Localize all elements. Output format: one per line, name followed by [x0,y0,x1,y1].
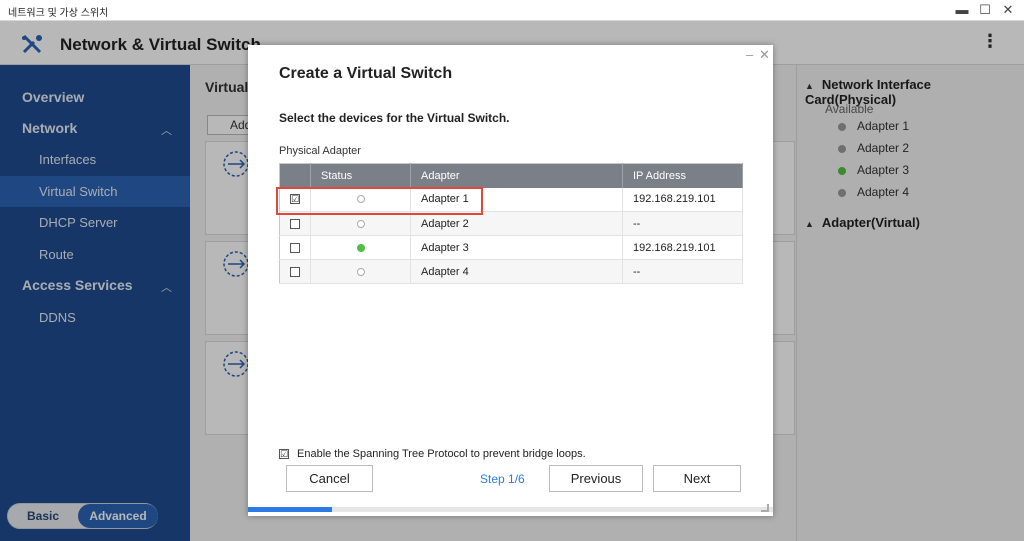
adapter-name: Adapter 1 [410,187,623,212]
wizard-progress-bar [248,507,773,512]
adapter-name: Adapter 3 [410,235,623,260]
ip-address: 192.168.219.101 [622,235,743,260]
table-row[interactable]: Adapter 3 192.168.219.101 [279,235,743,260]
row-checkbox[interactable] [290,218,300,229]
ip-address: -- [622,211,743,236]
physical-adapter-label: Physical Adapter [279,145,361,157]
status-dot-icon [356,195,365,204]
status-dot-icon [356,267,365,276]
resize-handle-icon[interactable] [761,504,769,512]
table-header-row: Status Adapter IP Address [279,163,743,188]
row-checkbox[interactable] [290,242,300,253]
step-indicator: Step 1/6 [480,472,525,486]
row-checkbox[interactable]: ☑ [290,194,300,205]
table-row[interactable]: Adapter 4 -- [279,259,743,284]
window-title: 네트워크 및 가상 스위치 [8,8,109,19]
ip-address: -- [622,259,743,284]
stp-checkbox[interactable]: ☑ [279,449,289,460]
next-button[interactable]: Next [653,465,741,492]
minimize-icon[interactable]: ▬ [953,2,971,18]
column-header-status[interactable]: Status [310,163,411,188]
table-row[interactable]: ☑ Adapter 1 192.168.219.101 [279,187,743,212]
stp-option[interactable]: ☑ Enable the Spanning Tree Protocol to pr… [279,448,586,460]
adapter-name: Adapter 4 [410,259,623,284]
row-checkbox[interactable] [290,266,300,277]
cancel-button[interactable]: Cancel [286,465,373,492]
close-icon[interactable]: ✕ [999,2,1017,18]
column-header-select [279,163,311,188]
wizard-progress-fill [248,507,332,512]
dialog-close-icon[interactable]: ✕ [759,47,770,63]
stp-label: Enable the Spanning Tree Protocol to pre… [297,448,586,460]
column-header-ip[interactable]: IP Address [622,163,743,188]
os-title-bar: 네트워크 및 가상 스위치 ▬ ☐ ✕ [0,0,1024,21]
dialog-subtitle: Select the devices for the Virtual Switc… [279,111,510,125]
adapter-name: Adapter 2 [410,211,623,236]
previous-button[interactable]: Previous [549,465,643,492]
adapter-table: Status Adapter IP Address ☑ Adapter 1 19… [279,163,743,284]
status-dot-icon [356,219,365,228]
dialog-minimize-icon[interactable]: – [746,47,753,62]
maximize-icon[interactable]: ☐ [976,2,994,18]
table-row[interactable]: Adapter 2 -- [279,211,743,236]
create-virtual-switch-dialog: – ✕ Create a Virtual Switch Select the d… [248,45,773,516]
status-dot-icon [356,243,365,252]
dialog-title: Create a Virtual Switch [279,65,453,82]
ip-address: 192.168.219.101 [622,187,743,212]
column-header-adapter[interactable]: Adapter [410,163,623,188]
